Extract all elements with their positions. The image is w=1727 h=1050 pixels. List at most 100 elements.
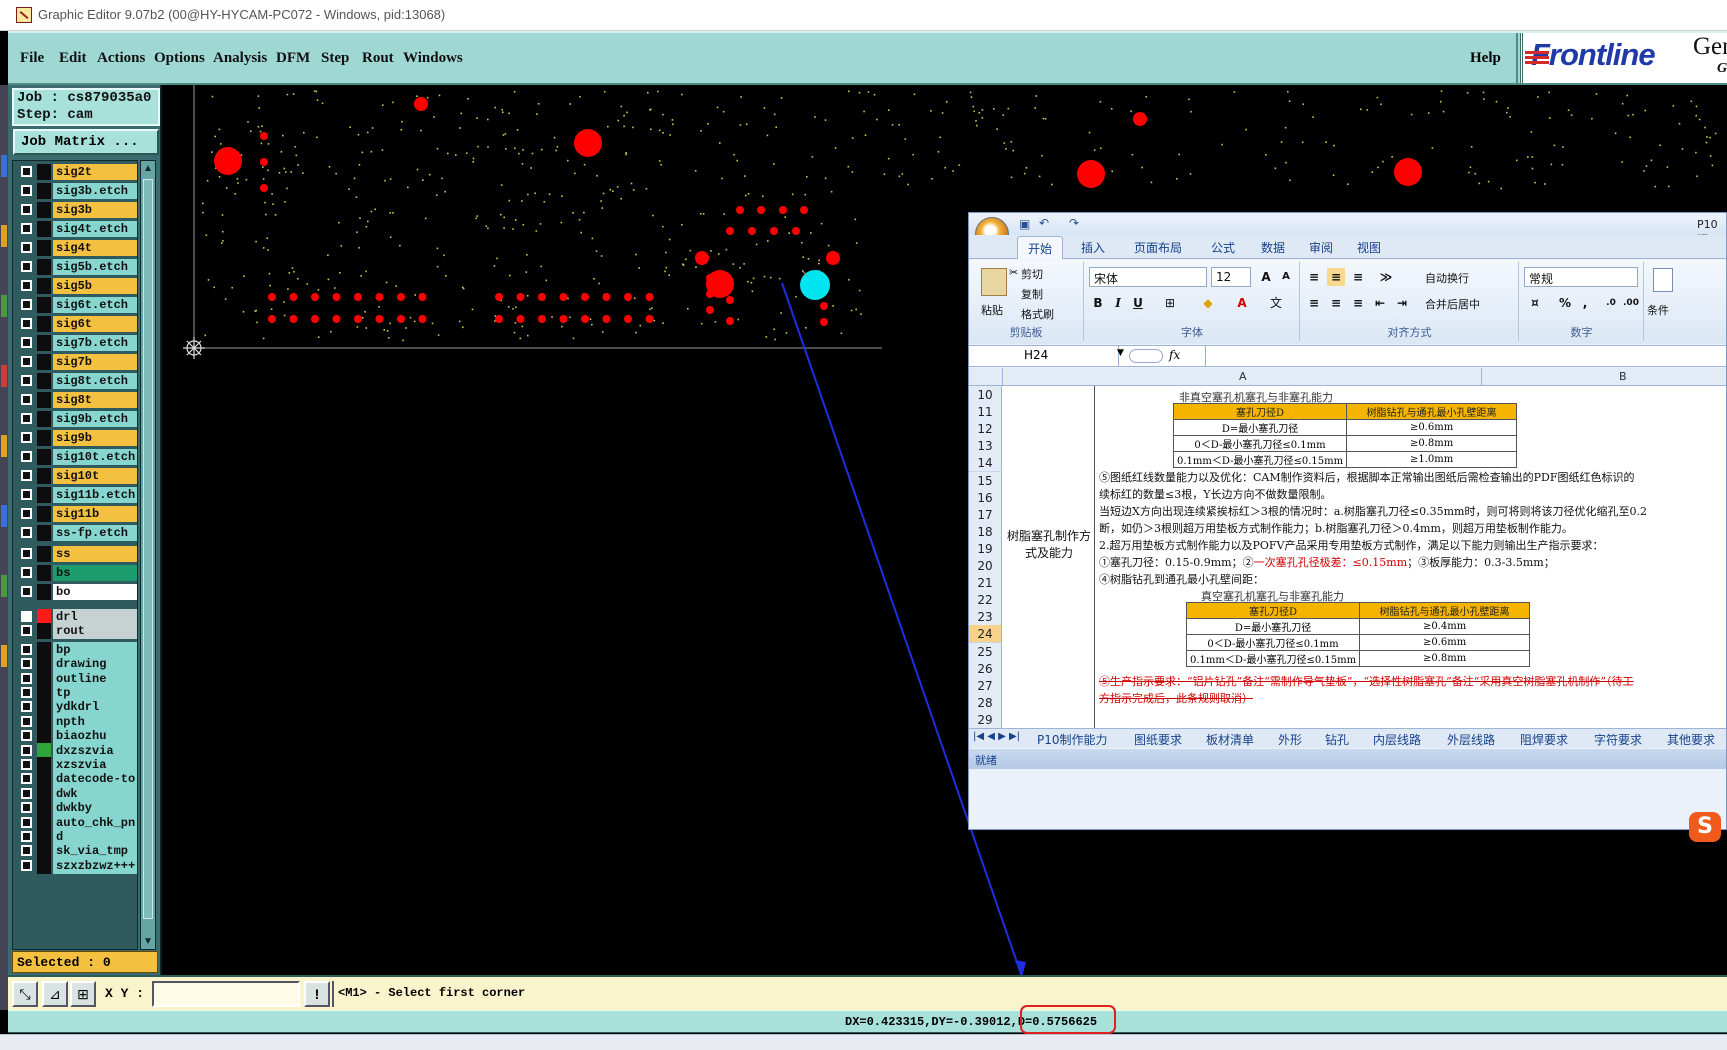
row-header-27[interactable]: 27 — [969, 676, 1002, 695]
layer-row-rout[interactable]: rout — [17, 623, 137, 640]
layer-checkbox[interactable] — [21, 701, 32, 713]
layer-color-swatch[interactable] — [37, 623, 51, 640]
layer-checkbox[interactable] — [21, 611, 32, 622]
underline-button[interactable]: U — [1129, 294, 1147, 312]
layer-checkbox[interactable] — [21, 845, 32, 857]
tab-view[interactable]: 视图 — [1357, 239, 1381, 256]
sheet-tab-1[interactable]: P10制作能力 — [1037, 731, 1108, 748]
paste-button[interactable]: 粘贴 — [981, 302, 1003, 318]
align-left-icon[interactable]: ≡ — [1305, 294, 1323, 312]
layer-name[interactable]: sig9b.etch — [53, 411, 137, 427]
row-header-10[interactable]: 10 — [969, 386, 1002, 404]
tab-data[interactable]: 数据 — [1261, 239, 1285, 256]
sheet-tab-5[interactable]: 钻孔 — [1325, 731, 1349, 748]
layer-color-swatch[interactable] — [37, 392, 51, 408]
layer-checkbox[interactable] — [21, 375, 32, 386]
merge-center-button[interactable]: 合并后居中 — [1425, 296, 1480, 312]
layer-checkbox[interactable] — [21, 356, 32, 367]
sheet-nav-arrows-icon[interactable]: |◀ ◀ ▶ ▶| — [973, 731, 1020, 742]
layer-checkbox[interactable] — [21, 773, 32, 785]
row-header-23[interactable]: 23 — [969, 608, 1002, 627]
layer-row-sig7b-etch[interactable]: sig7b.etch — [17, 335, 137, 351]
layer-row-sig11b-etch[interactable]: sig11b.etch — [17, 487, 137, 503]
layer-checkbox[interactable] — [21, 816, 32, 828]
xy-input[interactable] — [152, 981, 300, 1007]
layer-color-swatch[interactable] — [37, 373, 51, 389]
layer-checkbox[interactable] — [21, 280, 32, 291]
layer-color-swatch[interactable] — [37, 857, 51, 874]
menu-windows[interactable]: Windows — [403, 50, 463, 67]
layer-checkbox[interactable] — [21, 759, 32, 770]
layer-name[interactable]: sig6t.etch — [53, 297, 137, 313]
menu-dfm[interactable]: DFM — [276, 50, 310, 67]
row-header-20[interactable]: 20 — [969, 557, 1002, 575]
tab-home[interactable]: 开始 — [1017, 236, 1064, 259]
tab-formulas[interactable]: 公式 — [1211, 239, 1235, 256]
layer-name[interactable]: sig10t — [53, 468, 137, 484]
bold-button[interactable]: B — [1089, 294, 1107, 312]
layer-row-sig3b[interactable]: sig3b — [17, 202, 137, 218]
layer-checkbox[interactable] — [21, 337, 32, 348]
layer-name[interactable]: sig3b.etch — [53, 183, 137, 199]
layer-checkbox[interactable] — [21, 744, 32, 756]
row-header-19[interactable]: 19 — [969, 539, 1002, 558]
layer-name[interactable]: sig7b — [53, 354, 137, 370]
layer-checkbox[interactable] — [21, 643, 32, 655]
layer-checkbox[interactable] — [21, 508, 32, 519]
layer-name[interactable]: szxzbzwz+++ — [53, 857, 137, 874]
copy-button[interactable]: 复制 — [1021, 286, 1043, 302]
layer-checkbox[interactable] — [21, 802, 32, 814]
layer-checkbox[interactable] — [21, 567, 32, 578]
sheet-tab-2[interactable]: 图纸要求 — [1134, 731, 1182, 748]
menu-options[interactable]: Options — [154, 50, 205, 67]
align-middle-icon[interactable]: ≡ — [1327, 268, 1345, 286]
layer-name[interactable]: sig2t — [53, 164, 137, 180]
layer-name[interactable]: sig6t — [53, 316, 137, 332]
layer-color-swatch[interactable] — [37, 183, 51, 199]
layer-row-sig8t-etch[interactable]: sig8t.etch — [17, 373, 137, 389]
decrease-indent-icon[interactable]: ⇤ — [1371, 294, 1389, 312]
layer-checkbox[interactable] — [21, 625, 32, 637]
layer-name[interactable]: sig9b — [53, 430, 137, 446]
layer-row-bo[interactable]: bo — [17, 584, 137, 600]
conditional-format-icon[interactable] — [1653, 268, 1673, 292]
layer-color-swatch[interactable] — [37, 525, 51, 541]
row-header-18[interactable]: 18 — [969, 522, 1002, 541]
row-header-12[interactable]: 12 — [969, 420, 1002, 439]
layer-color-swatch[interactable] — [37, 468, 51, 484]
layer-name[interactable]: sig10t.etch — [53, 449, 137, 465]
layer-color-swatch[interactable] — [37, 240, 51, 256]
layer-color-swatch[interactable] — [37, 164, 51, 180]
font-color-icon[interactable]: A — [1233, 294, 1251, 312]
layer-checkbox[interactable] — [21, 672, 32, 684]
measure-tool-icon[interactable]: ⊿ — [42, 981, 68, 1007]
cut-button[interactable]: 剪切 — [1021, 266, 1043, 282]
phonetic-icon[interactable]: 文 — [1267, 294, 1285, 312]
sogou-ime-icon[interactable]: S — [1689, 812, 1721, 842]
layer-color-swatch[interactable] — [37, 221, 51, 237]
alert-icon[interactable]: ! — [304, 981, 330, 1007]
format-painter-button[interactable]: 格式刷 — [1021, 306, 1054, 322]
layer-row-sig4t-etch[interactable]: sig4t.etch — [17, 221, 137, 237]
increase-decimal-icon[interactable]: .0 — [1602, 294, 1620, 312]
name-box[interactable]: H24 — [969, 346, 1119, 366]
layer-name[interactable]: sig5b — [53, 278, 137, 294]
layer-checkbox[interactable] — [21, 413, 32, 424]
column-a-header[interactable]: A — [1239, 370, 1247, 383]
layer-row-sig6t-etch[interactable]: sig6t.etch — [17, 297, 137, 313]
layer-row-sig11b[interactable]: sig11b — [17, 506, 137, 522]
layer-color-swatch[interactable] — [37, 506, 51, 522]
font-name-select[interactable]: 宋体 — [1089, 267, 1207, 287]
layer-checkbox[interactable] — [21, 586, 32, 597]
row-header-17[interactable]: 17 — [969, 505, 1002, 524]
sheet-tab-7[interactable]: 外层线路 — [1447, 731, 1495, 748]
layer-row-sig8t[interactable]: sig8t — [17, 392, 137, 408]
layer-color-swatch[interactable] — [37, 316, 51, 332]
layer-color-swatch[interactable] — [37, 411, 51, 427]
layer-name[interactable]: sig8t.etch — [53, 373, 137, 389]
row-header-16[interactable]: 16 — [969, 488, 1002, 507]
font-size-select[interactable]: 12 — [1211, 267, 1251, 287]
layer-row-sig5b-etch[interactable]: sig5b.etch — [17, 259, 137, 275]
layer-checkbox[interactable] — [21, 831, 32, 842]
layer-checkbox[interactable] — [21, 451, 32, 462]
